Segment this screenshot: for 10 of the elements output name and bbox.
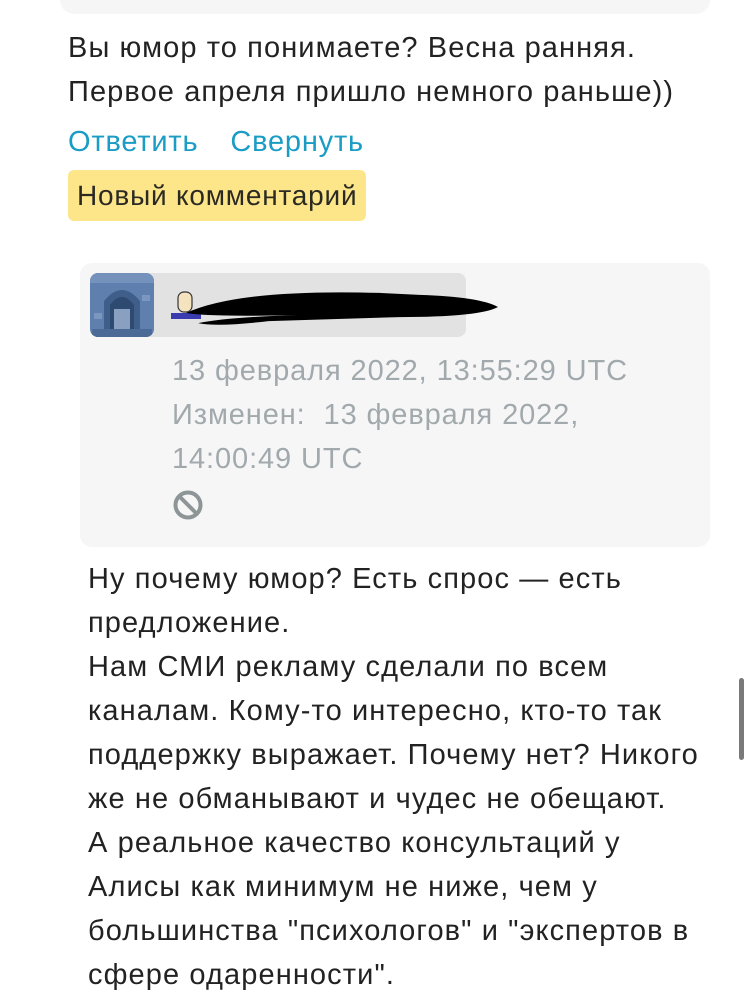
block-icon[interactable] <box>172 489 204 521</box>
reply-paragraph: Ну почему юмор? Есть спрос — есть предложение. <box>88 562 623 641</box>
new-comment-badge: Новый комментарий <box>68 170 366 221</box>
posted-date: 13 февраля 2022, 13:55:29 UTC <box>172 354 629 389</box>
action-link[interactable]: Ответить <box>68 120 198 164</box>
action-link[interactable]: Свернуть <box>230 120 364 164</box>
edited-date: Изменен: 13 февраля 2022, 14:00:49 UTC <box>172 398 580 477</box>
comment-text: Вы юмор то понимаете? Весна ранняя. Первое апреля пришло немного раньше)) <box>68 31 676 110</box>
reply-paragraph: А реальное качество консультаций у Алисы как минимум не ниже, чем у большинства "психологов" и "экспертов в сфере одаренности". <box>88 826 690 993</box>
reply-paragraph: Нам СМИ рекламу сделали по всем каналам. Кому-то интересно, кто-то так поддержку выражает. Почему нет? Никого же не обманывают и чудес не обещают. <box>88 650 700 817</box>
